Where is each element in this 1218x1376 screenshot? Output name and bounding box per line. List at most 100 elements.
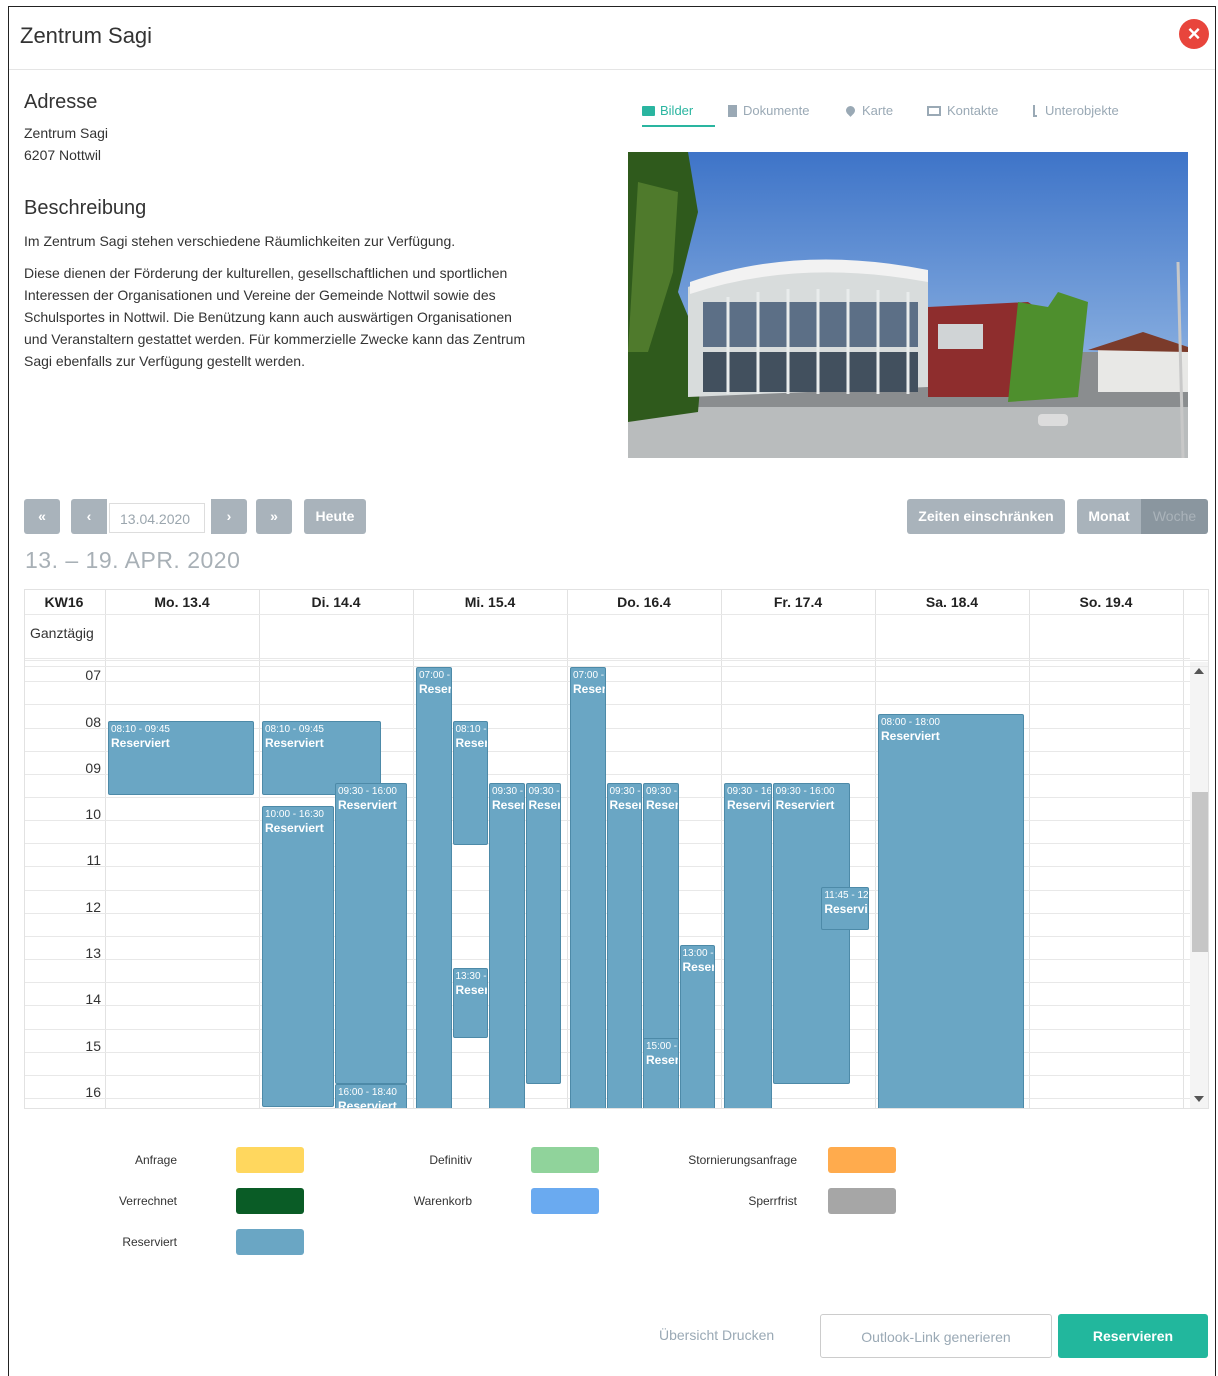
hour-grid-line [25,658,1190,660]
description-line: Diese dienen der Förderung der kulturell… [24,265,508,281]
event-status: Reservi [824,902,868,917]
reservation-event[interactable]: 09:30 - 16 Reservi [724,783,772,1108]
day-header[interactable]: So. 19.4 [1029,590,1183,614]
event-status: Reservi [727,798,771,812]
description-line: und Veranstaltern gestattet werden. Für … [24,331,526,347]
month-view-button[interactable]: Monat [1077,499,1141,534]
first-page-button[interactable]: « [24,499,60,534]
tab-label: Karte [862,103,894,118]
next-button[interactable]: › [211,499,247,534]
event-time: 09:30 - [528,786,560,797]
print-overview-button[interactable]: Übersicht Drucken [659,1327,774,1343]
reserve-button[interactable]: Reservieren [1058,1314,1208,1358]
description-line: Sagi ebenfalls zur Verfügung gestellt we… [24,353,305,369]
event-status: Reservie [573,682,605,697]
reservation-event[interactable]: 10:00 - 16:30 Reserviert [262,806,334,1108]
event-status: Reserviert [775,798,835,812]
day-header[interactable]: Di. 14.4 [259,590,413,614]
event-time: 09:30 - 16:00 [775,786,835,797]
day-header[interactable]: Fr. 17.4 [721,590,875,614]
tab-karte[interactable]: Karte [844,103,894,118]
event-status: Reserviert [111,736,170,751]
tab-label: Unterobjekte [1045,103,1119,118]
calendar-scrollbar[interactable] [1190,662,1208,1108]
reservation-event[interactable]: 07:00 - 18Reservie [570,667,606,1108]
active-tab-indicator [642,125,715,127]
date-input[interactable]: 13.04.2020 [109,503,205,533]
week-view-button[interactable]: Woche [1141,499,1208,534]
reservation-event[interactable]: 13:00 - Reser [679,945,715,1108]
description-line: Schulsportes in Nottwil. Die Benützung k… [24,309,512,325]
today-button[interactable]: Heute [304,499,366,534]
reservation-event[interactable]: 09:30 - Reser [489,783,525,1108]
event-status: Reservie [455,736,488,751]
event-time: 09:30 - 16 [727,786,772,797]
reservation-event[interactable]: 08:00 - 18:00 Reserviert [878,713,1024,1108]
legend-label: Stornierungsanfrage [688,1153,797,1167]
day-header[interactable]: Mi. 15.4 [413,590,567,614]
date-range-label: 13. – 19. APR. 2020 [25,547,241,573]
reservation-event[interactable]: 13:30 - Reser [452,968,488,1038]
legend-swatch [828,1147,896,1173]
legend-label: Definitiv [429,1153,472,1167]
legend-swatch [236,1229,304,1255]
chevron-left-icon: ‹ [86,508,92,524]
hour-grid-line [25,704,1190,706]
contact-card-icon [927,106,941,116]
day-divider [259,590,260,1108]
tab-unterobjekte[interactable]: Unterobjekte [1033,103,1119,118]
double-chevron-left-icon: « [38,508,46,524]
legend-label: Sperrfrist [748,1194,797,1208]
close-icon[interactable]: × [1179,19,1209,49]
building-photo[interactable] [628,152,1188,458]
event-status: Reservie [419,682,451,697]
reservation-event[interactable]: 09:30 - Reser [525,783,561,1084]
event-time: 09:30 - 16:00 [338,786,397,797]
week-calendar: KW16 Ganztägig Mo. 13.4 Di. 14.4 Mi. 15.4 D… [24,589,1209,1109]
prev-button[interactable]: ‹ [71,499,107,534]
event-time: 07:00 - 18 [419,670,451,682]
legend-swatch [236,1188,304,1214]
event-time: 15:00 - [646,1040,678,1052]
event-time: 09:30 - [609,786,641,797]
reservation-event[interactable]: 09:30 - Reser [606,783,642,1108]
scroll-down-icon[interactable] [1194,1096,1204,1102]
reservation-event[interactable]: 08:10 - 09:45 Reserviert [108,721,254,795]
event-time: 08:10 - 10 [455,724,488,736]
map-marker-icon [844,104,857,117]
reservation-event[interactable]: 16:00 - 18:40 Reserviert [335,1083,407,1108]
tab-kontakte[interactable]: Kontakte [927,103,998,118]
reservation-event[interactable]: 15:00 - Reser [643,1037,679,1108]
scrollbar-thumb[interactable] [1192,792,1208,952]
tab-bilder[interactable]: Bilder [642,103,693,118]
day-header[interactable]: Sa. 18.4 [875,590,1029,614]
hour-grid-line [25,681,1190,683]
day-header[interactable]: Do. 16.4 [567,590,721,614]
tab-dokumente[interactable]: Dokumente [728,103,809,118]
last-page-button[interactable]: » [256,499,292,534]
outlook-link-button[interactable]: Outlook-Link generieren [820,1314,1052,1358]
event-status: Reser [455,983,488,998]
reservation-event[interactable]: 08:10 - 10Reservie [452,721,488,845]
allday-label: Ganztägig [30,625,94,641]
reservation-event[interactable]: 09:30 - 16:00 Reserviert [335,783,407,1084]
day-divider [1183,590,1184,1108]
day-header[interactable]: Mo. 13.4 [105,590,259,614]
event-time: 10:00 - 16:30 [265,809,324,821]
day-divider [413,590,414,1108]
day-divider [1029,590,1030,1108]
event-status: Reservie [646,798,678,812]
dialog-header: Zentrum Sagi × [9,7,1215,70]
reservation-event[interactable]: 11:45 - 12 Reservi [821,887,869,930]
event-status: Reser [528,798,561,812]
day-divider [567,590,568,1108]
event-time: 11:45 - 12 [824,890,869,902]
restrict-times-button[interactable]: Zeiten einschränken [907,499,1065,534]
reservation-event[interactable]: 09:30 - 16:00 Reserviert [772,783,850,1084]
reservation-event[interactable]: 07:00 - 18Reservie [416,667,452,1108]
scroll-up-icon[interactable] [1194,668,1204,674]
legend-label: Warenkorb [413,1194,472,1208]
legend-swatch [236,1147,304,1173]
event-status: Reser [682,960,715,975]
chevron-right-icon: › [226,508,232,524]
